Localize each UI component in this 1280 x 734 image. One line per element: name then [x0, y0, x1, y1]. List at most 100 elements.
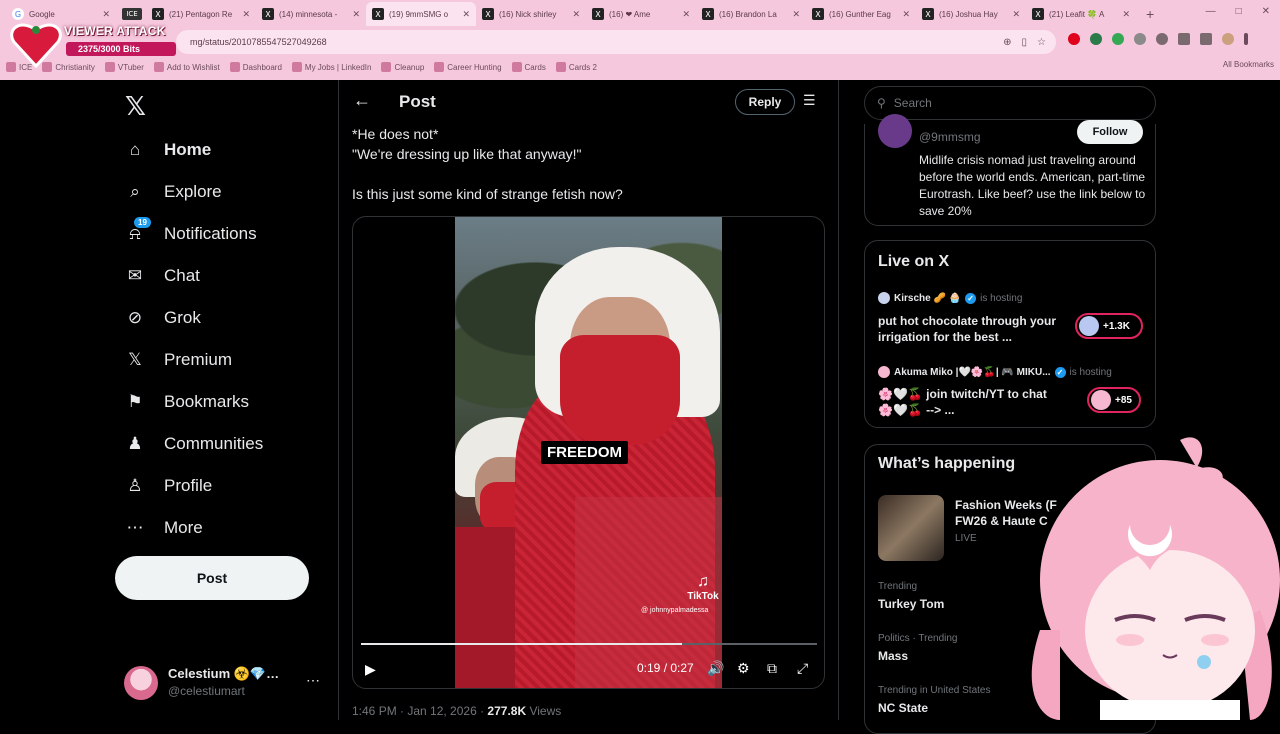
back-arrow-icon[interactable]: ←	[353, 90, 371, 111]
browser-tab[interactable]: X (16) ❤ Ame ✕	[586, 2, 696, 26]
bookmark-item[interactable]: Dashboard	[229, 62, 282, 72]
minimize-icon[interactable]: —	[1206, 6, 1216, 17]
picture-in-picture-icon[interactable]: ⧉	[767, 660, 777, 677]
bookmark-item[interactable]: Cleanup	[381, 62, 424, 72]
trend-context: Trending in United States	[878, 685, 991, 696]
close-tab-icon[interactable]: ✕	[462, 9, 470, 20]
nav-grok[interactable]: ⊘ Grok	[124, 298, 201, 338]
close-tab-icon[interactable]: ✕	[102, 9, 110, 20]
bookmark-item[interactable]: Career Hunting	[434, 62, 502, 72]
avatar	[124, 666, 158, 700]
nav-label: Notifications	[164, 224, 257, 243]
browser-tab[interactable]: X (16) Nick shirley ✕	[476, 2, 586, 26]
install-icon[interactable]: ▯	[1022, 37, 1028, 48]
browser-tab[interactable]: X (14) minnesota - ✕	[256, 2, 366, 26]
nav-more[interactable]: ⋯ More	[124, 508, 203, 548]
zoom-icon[interactable]: ⊕	[1003, 37, 1011, 48]
close-tab-icon[interactable]: ✕	[242, 9, 250, 20]
post-text-line: *He does not*	[352, 126, 439, 142]
extensions-bar	[1068, 33, 1248, 45]
author-handle[interactable]: @9mmsmg	[919, 130, 981, 144]
trend-name[interactable]: NC State	[878, 701, 928, 715]
mail-icon: ✉	[127, 266, 143, 285]
all-bookmarks[interactable]: All Bookmarks	[1223, 60, 1274, 69]
extension-icon[interactable]	[1090, 33, 1102, 45]
post-button[interactable]: Post	[115, 556, 309, 600]
video-player[interactable]: FREEDOM ♫ TikTok @ johnnypalmadessa ▶ 0:…	[352, 216, 825, 689]
nav-label: Explore	[164, 182, 222, 201]
live-listeners-pill[interactable]: +1.3K	[1075, 313, 1143, 339]
browser-tab[interactable]: X (19) 9mmSMG o ✕	[366, 2, 476, 26]
search-input[interactable]: ⚲ Search	[864, 86, 1156, 120]
verified-icon: ✓	[965, 292, 977, 304]
close-tab-icon[interactable]: ✕	[1122, 9, 1130, 20]
avatar[interactable]	[878, 114, 912, 148]
views-label: Views	[529, 704, 562, 718]
nav-label: Grok	[164, 308, 201, 327]
nav-explore[interactable]: ⌕ Explore	[124, 172, 222, 212]
search-icon: ⌕	[130, 182, 140, 201]
close-tab-icon[interactable]: ✕	[1012, 9, 1020, 20]
trend-name[interactable]: Mass	[878, 649, 908, 663]
bookmark-icon: ⚑	[127, 392, 143, 411]
nav-bookmarks[interactable]: ⚑ Bookmarks	[124, 382, 249, 422]
event-thumbnail[interactable]	[878, 495, 944, 561]
nav-premium[interactable]: 𝕏 Premium	[124, 340, 232, 380]
browser-tab[interactable]: X (16) Joshua Hay ✕	[916, 2, 1026, 26]
play-icon[interactable]: ▶	[365, 661, 376, 678]
star-icon[interactable]: ☆	[1037, 37, 1046, 48]
bookmark-item[interactable]: Cards 2	[555, 62, 597, 72]
listener-count: +85	[1115, 394, 1132, 406]
extension-icon[interactable]	[1112, 33, 1124, 45]
nav-notifications[interactable]: ⍾ 19 Notifications	[124, 214, 257, 254]
settings-icon[interactable]: ⚙	[737, 660, 750, 677]
close-tab-icon[interactable]: ✕	[902, 9, 910, 20]
extension-icon[interactable]	[1134, 33, 1146, 45]
post-timestamp[interactable]: 1:46 PM · Jan 12, 2026 ·	[352, 704, 484, 718]
opera-extension-icon[interactable]	[1068, 33, 1080, 45]
nav-chat[interactable]: ✉ Chat	[124, 256, 200, 296]
tab-title: (16) Nick shirley	[499, 9, 557, 19]
sidebar-icon[interactable]	[1178, 33, 1190, 45]
live-description[interactable]: put hot chocolate through your irrigatio…	[878, 313, 1058, 345]
nav-profile[interactable]: ♙ Profile	[124, 466, 212, 506]
menu-icon[interactable]	[1244, 33, 1248, 45]
puzzle-icon[interactable]	[1156, 33, 1168, 45]
address-bar[interactable]: mg/status/2010785547527049268 ⊕ ▯ ☆	[176, 30, 1056, 54]
nav-communities[interactable]: ♟ Communities	[124, 424, 263, 464]
reading-list-icon[interactable]	[1200, 33, 1212, 45]
live-host[interactable]: Kirsche 🥜 🧁 ✓ is hosting	[878, 292, 1022, 304]
x-logo-icon[interactable]: 𝕏	[125, 92, 146, 122]
bookmark-item[interactable]: My Jobs | LinkedIn	[291, 62, 371, 72]
reply-button[interactable]: Reply	[735, 89, 795, 115]
avatar[interactable]	[1222, 33, 1234, 45]
account-switcher[interactable]: Celestium ☣️💎… @celestiumart ⋯	[124, 664, 324, 700]
browser-tab[interactable]: X (16) Gunther Eag ✕	[806, 2, 916, 26]
fullscreen-icon[interactable]: ⤢	[797, 660, 808, 677]
more-dots-icon[interactable]: ⋯	[306, 672, 320, 689]
close-window-icon[interactable]: ✕	[1262, 6, 1270, 17]
trend-name[interactable]: Turkey Tom	[878, 597, 944, 611]
browser-tab[interactable]: X (16) Brandon La ✕	[696, 2, 806, 26]
volume-icon[interactable]: 🔊	[707, 660, 724, 677]
live-listeners-pill[interactable]: +85	[1087, 387, 1141, 413]
avatar	[1079, 316, 1099, 336]
close-tab-icon[interactable]: ✕	[682, 9, 690, 20]
x-icon: X	[592, 8, 604, 20]
live-host[interactable]: Akuma Miko |🤍🌸🍒| 🎮 MIKU... ✓ is hosting	[878, 366, 1112, 378]
people-icon: ♟	[127, 434, 143, 453]
video-progress-bar[interactable]	[361, 643, 817, 645]
follow-button[interactable]: Follow	[1077, 120, 1143, 144]
close-tab-icon[interactable]: ✕	[792, 9, 800, 20]
nav-home[interactable]: ⌂ Home	[124, 130, 211, 170]
bookmark-item[interactable]: Cards	[511, 62, 546, 72]
restore-icon[interactable]: □	[1236, 6, 1242, 17]
divider	[838, 80, 839, 720]
close-tab-icon[interactable]: ✕	[572, 9, 580, 20]
sliders-icon[interactable]: ☰	[803, 92, 816, 109]
google-icon: G	[12, 8, 24, 20]
browser-tab[interactable]: X (21) Leafit 🍀 A ✕	[1026, 2, 1136, 26]
new-tab-icon[interactable]: +	[1136, 6, 1164, 22]
live-description[interactable]: 🌸🤍🍒 join twitch/YT to chat 🌸🤍🍒 --> ...	[878, 386, 1058, 418]
close-tab-icon[interactable]: ✕	[352, 9, 360, 20]
